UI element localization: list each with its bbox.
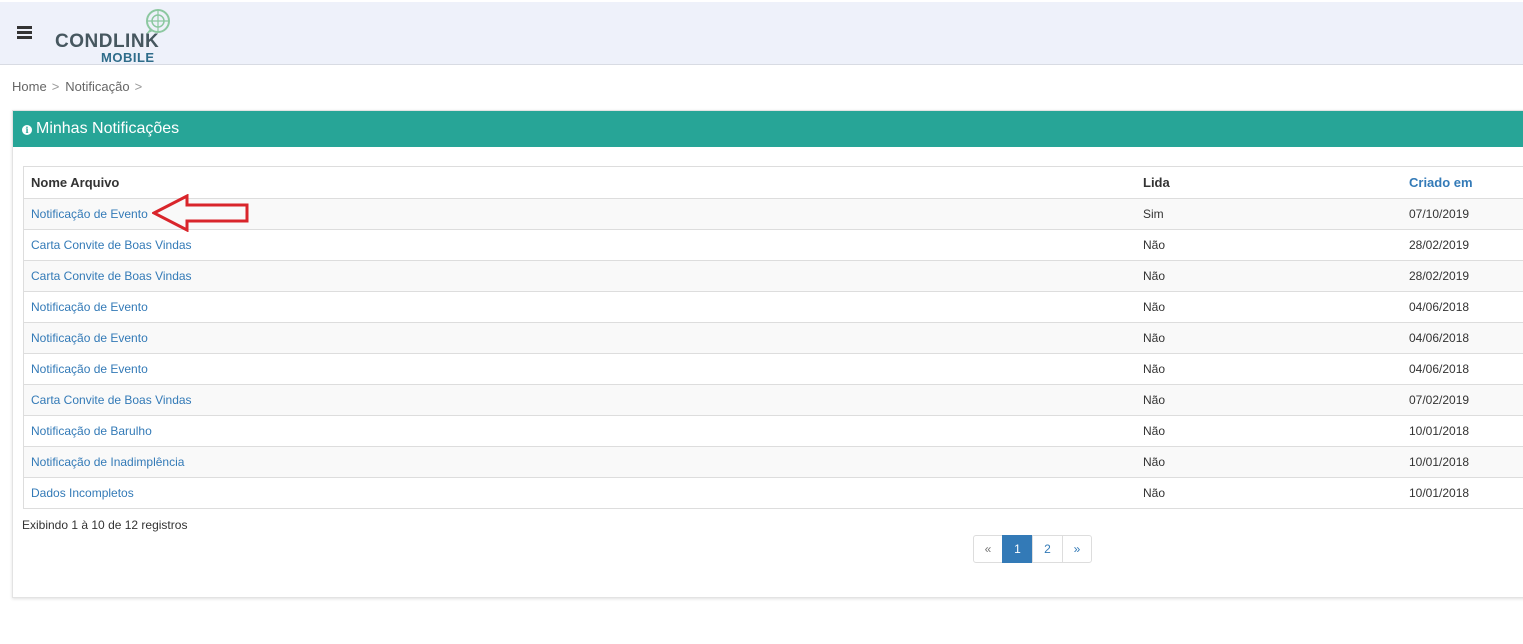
table-cell: 04/06/2018 [1402,353,1523,385]
table-row: Carta Convite de Boas Vindas Não 28/02/201… [23,260,1523,292]
table-cell: Dados Incompletos [23,477,1136,509]
table-cell: Não [1136,353,1402,385]
table-cell: Notificação de Evento [23,291,1136,323]
row-file-name-link[interactable]: Notificação de Barulho [31,424,152,438]
row-file-name-link[interactable]: Carta Convite de Boas Vindas [31,269,192,283]
red-arrow-annotation-icon [152,194,249,232]
row-created-date: 07/10/2019 [1409,207,1470,221]
breadcrumb-separator: > [51,79,60,94]
row-created-date: 04/06/2018 [1409,362,1470,376]
table-cell: Não [1136,446,1402,478]
table-cell: Não [1136,229,1402,261]
table-row: Carta Convite de Boas Vindas Não 07/02/201… [23,384,1523,416]
table-row: Notificação de Barulho Não 10/01/2018 [23,415,1523,447]
column-header-criado-em[interactable]: Criado em [1402,166,1523,199]
table-row: Notificação de Evento Não 04/06/2018 [23,322,1523,354]
row-file-name-link[interactable]: Carta Convite de Boas Vindas [31,238,192,252]
table-row: Notificação de Inadimplência Não 10/01/201… [23,446,1523,478]
row-lida-value: Não [1143,362,1166,376]
table-cell: Notificação de Barulho [23,415,1136,447]
top-navbar: CONDLINK MOBILE [0,2,1523,65]
row-created-date: 28/02/2019 [1409,238,1470,252]
table-cell: Carta Convite de Boas Vindas [23,229,1136,261]
table-cell: 07/02/2019 [1402,384,1523,416]
pagination-page-1[interactable]: 1 [1002,535,1033,563]
condlink-logo[interactable]: CONDLINK MOBILE [55,7,175,65]
row-created-date: 10/01/2018 [1409,455,1470,469]
row-lida-value: Não [1143,455,1166,469]
row-created-date: 04/06/2018 [1409,331,1470,345]
table-cell: Notificação de Evento [23,353,1136,385]
logo-sub-text: MOBILE [101,50,155,65]
notifications-panel: i Minhas Notificações Nome Arquivo Lida … [12,110,1523,598]
table-cell: Não [1136,260,1402,292]
table-cell: Não [1136,291,1402,323]
row-lida-value: Não [1143,238,1166,252]
pagination-page-2[interactable]: 2 [1032,535,1063,563]
pagination-next[interactable]: » [1062,535,1092,563]
table-cell: 04/06/2018 [1402,291,1523,323]
breadcrumb-home[interactable]: Home [12,79,47,94]
column-header-lida[interactable]: Lida [1136,166,1402,199]
table-row: Notificação de Evento Não 04/06/2018 [23,353,1523,385]
hamburger-menu-icon[interactable] [17,26,32,39]
info-circle-icon: i [22,125,32,135]
row-created-date: 04/06/2018 [1409,300,1470,314]
row-lida-value: Não [1143,269,1166,283]
table-cell: 04/06/2018 [1402,322,1523,354]
table-cell: Carta Convite de Boas Vindas [23,260,1136,292]
table-cell: Não [1136,384,1402,416]
row-lida-value: Não [1143,393,1166,407]
row-lida-value: Não [1143,486,1166,500]
table-cell: Sim [1136,198,1402,230]
row-lida-value: Não [1143,300,1166,314]
row-lida-value: Não [1143,331,1166,345]
records-info: Exibindo 1 à 10 de 12 registros [22,518,188,532]
table-cell: 28/02/2019 [1402,260,1523,292]
row-file-name-link[interactable]: Carta Convite de Boas Vindas [31,393,192,407]
table-cell: Notificação de Inadimplência [23,446,1136,478]
row-created-date: 07/02/2019 [1409,393,1470,407]
table-cell: 10/01/2018 [1402,415,1523,447]
table-cell: 10/01/2018 [1402,477,1523,509]
table-cell: Não [1136,322,1402,354]
row-file-name-link[interactable]: Notificação de Evento [31,300,148,314]
pagination-prev[interactable]: « [973,535,1003,563]
row-file-name-link[interactable]: Notificação de Evento [31,362,148,376]
table-cell: Carta Convite de Boas Vindas [23,384,1136,416]
table-cell: Notificação de Evento [23,322,1136,354]
row-created-date: 28/02/2019 [1409,269,1470,283]
table-cell: Não [1136,477,1402,509]
breadcrumb: Home > Notificação > [12,79,148,94]
table-cell: 28/02/2019 [1402,229,1523,261]
row-lida-value: Não [1143,424,1166,438]
row-file-name-link[interactable]: Notificação de Evento [31,207,148,221]
panel-header: i Minhas Notificações [13,111,1523,147]
panel-title: Minhas Notificações [36,120,180,137]
table-row: Notificação de Evento Não 04/06/2018 [23,291,1523,323]
breadcrumb-separator: > [134,79,143,94]
row-lida-value: Sim [1143,207,1164,221]
table-cell: Não [1136,415,1402,447]
table-cell: 07/10/2019 [1402,198,1523,230]
table-cell: 10/01/2018 [1402,446,1523,478]
pagination: « 1 2 » [973,535,1092,563]
row-file-name-link[interactable]: Notificação de Evento [31,331,148,345]
table-row: Carta Convite de Boas Vindas Não 28/02/201… [23,229,1523,261]
row-file-name-link[interactable]: Notificação de Inadimplência [31,455,184,469]
row-file-name-link[interactable]: Dados Incompletos [31,486,134,500]
row-created-date: 10/01/2018 [1409,486,1470,500]
table-row: Dados Incompletos Não 10/01/2018 [23,477,1523,509]
row-created-date: 10/01/2018 [1409,424,1470,438]
table-body: Notificação de Evento Sim 07/10/2019 Carta … [23,198,1523,509]
breadcrumb-notificacao[interactable]: Notificação [65,79,129,94]
